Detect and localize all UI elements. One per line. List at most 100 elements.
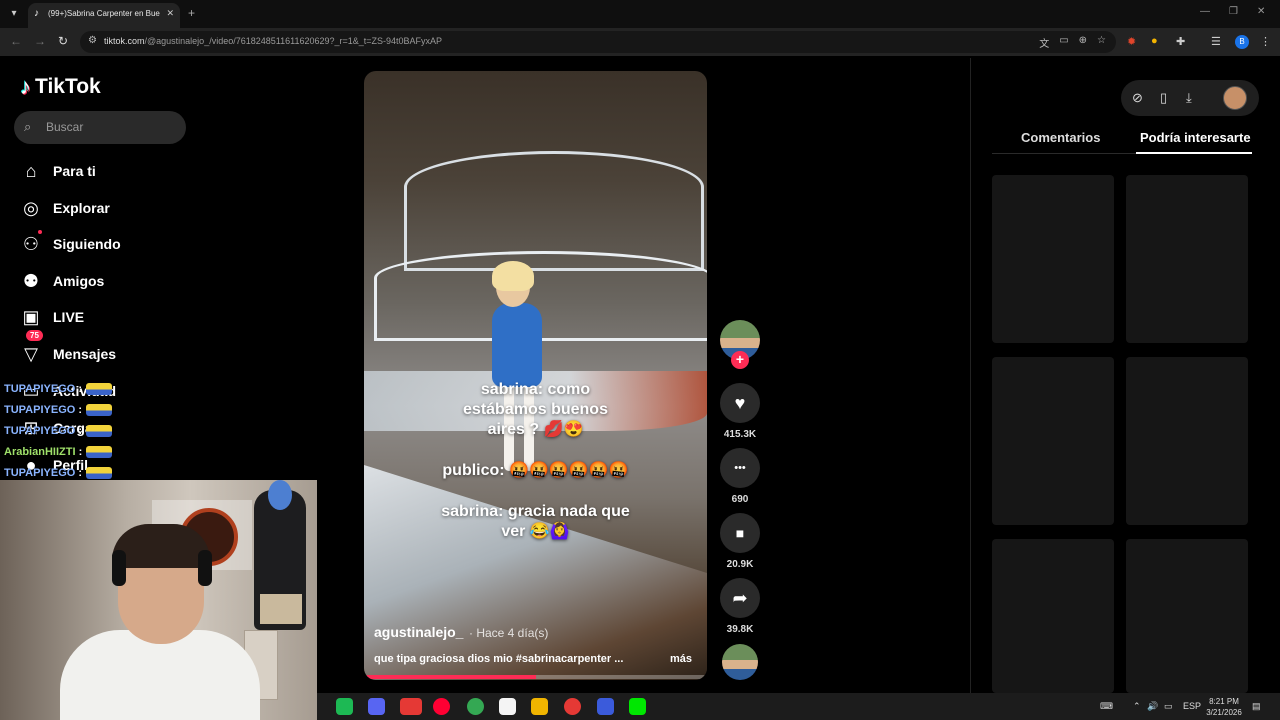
forward-icon[interactable]: →	[34, 34, 46, 48]
windows-taskbar: ⌨ ⌃ 🔊 ▭ ESP ▤	[317, 693, 1280, 720]
system-clock[interactable]: 8:21 PM 3/21/2026	[1200, 696, 1248, 718]
language-indicator[interactable]: ESP	[1183, 701, 1201, 711]
user-avatar[interactable]	[1223, 86, 1247, 110]
obs-icon[interactable]	[433, 698, 450, 715]
video-description: que tipa graciosa dios mio #sabrinacarpe…	[374, 653, 624, 665]
search-icon: ⌕	[24, 119, 32, 134]
video-player[interactable]: sabrina: como estábamos buenos aires ? 💋…	[364, 71, 707, 680]
window-close-icon[interactable]: ✕	[1257, 6, 1265, 17]
file-explorer-icon[interactable]	[531, 698, 548, 715]
opera-icon[interactable]	[564, 698, 581, 715]
zoom-icon[interactable]: ⊕	[1079, 35, 1087, 50]
related-video-thumbnail[interactable]	[1126, 539, 1248, 693]
share-button[interactable]: ➦	[720, 578, 760, 618]
related-video-thumbnail[interactable]	[992, 175, 1114, 343]
top-actions-bar: ⊘ ▯ ⤓	[1121, 80, 1259, 116]
search-box[interactable]: ⌕	[14, 111, 186, 144]
address-bar[interactable]: ⚙ tiktok.com/@agustinalejo_/video/761824…	[80, 31, 1116, 53]
share-icon: ➦	[732, 588, 748, 608]
heart-icon: ♥	[734, 393, 746, 413]
browser-tab[interactable]: ♪ (99+)Sabrina Carpenter en Bue... ✕	[28, 3, 180, 28]
follow-button[interactable]: +	[731, 351, 749, 369]
reading-list-icon[interactable]: ☰	[1211, 35, 1221, 48]
cast-icon[interactable]: ▭	[1059, 35, 1068, 50]
stream-chat-overlay: TUPAPIYEGO : TUPAPIYEGO : TUPAPIYEGO : A…	[4, 378, 164, 483]
tiktok-logo[interactable]: ♪ TikTok	[20, 74, 101, 100]
browser-profile-avatar[interactable]: B	[1235, 35, 1249, 49]
tiktok-favicon-icon: ♪	[34, 8, 39, 19]
headset-icon	[112, 550, 126, 586]
nav-para-ti[interactable]: ⌂ Para ti	[20, 159, 96, 183]
app-icon[interactable]	[499, 698, 516, 715]
extension-icon[interactable]: ●	[1151, 35, 1158, 47]
spotify-icon[interactable]	[336, 698, 353, 715]
tab-close-icon[interactable]: ✕	[166, 8, 174, 19]
app-icon[interactable]	[597, 698, 614, 715]
restore-icon[interactable]: ❐	[1229, 6, 1238, 17]
back-icon[interactable]: ←	[10, 34, 22, 48]
keyboard-icon[interactable]: ⌨	[1100, 701, 1113, 712]
compass-icon: ◎	[23, 198, 39, 218]
tray-chevron-icon[interactable]: ⌃	[1133, 701, 1141, 712]
reload-icon[interactable]: ↻	[58, 34, 68, 48]
nav-explorar[interactable]: ◎ Explorar	[20, 196, 110, 220]
comment-count: 690	[731, 494, 749, 505]
search-input[interactable]	[46, 117, 176, 137]
more-button[interactable]: más	[670, 653, 692, 665]
url-text[interactable]: tiktok.com/@agustinalejo_/video/76182485…	[104, 36, 442, 46]
tab-title: (99+)Sabrina Carpenter en Bue...	[48, 9, 160, 18]
chrome-icon[interactable]	[467, 698, 484, 715]
tab-search-icon[interactable]: ▾	[6, 6, 22, 22]
network-icon[interactable]: ▭	[1164, 701, 1173, 712]
video-caption: publico: 🤬🤬🤬🤬🤬🤬	[442, 462, 629, 479]
browser-tab-bar: ▾ ♪ (99+)Sabrina Carpenter en Bue... ✕ +…	[0, 0, 1280, 28]
sound-avatar[interactable]	[722, 644, 758, 680]
nav-label: LIVE	[53, 309, 85, 325]
translate-icon[interactable]: 文	[1039, 35, 1049, 50]
extension-icon[interactable]: ✹	[1127, 35, 1136, 48]
new-tab-button[interactable]: +	[188, 6, 195, 20]
chat-message: ArabianHIIZTI :	[4, 441, 164, 462]
nav-siguiendo[interactable]: ⚇ Siguiendo	[20, 230, 121, 256]
volume-icon[interactable]: 🔊	[1147, 701, 1158, 712]
tab-comentarios[interactable]: Comentarios	[1021, 130, 1100, 145]
nav-mensajes[interactable]: ▽ 75 Mensajes	[20, 330, 116, 366]
emote-icon	[86, 403, 113, 416]
bookmark-icon: ■	[735, 525, 745, 541]
browser-menu-icon[interactable]: ⋮	[1260, 35, 1271, 48]
panel-divider	[970, 58, 971, 693]
clock-time: 8:21 PM	[1209, 697, 1239, 706]
emote-icon	[86, 382, 113, 395]
comment-button[interactable]: •••	[720, 448, 760, 488]
save-count: 20.9K	[726, 559, 754, 570]
download-icon[interactable]: ⤓	[1186, 90, 1192, 106]
bookmark-star-icon[interactable]: ☆	[1097, 35, 1106, 50]
comment-icon: •••	[734, 462, 746, 474]
video-progress-bar[interactable]	[364, 675, 707, 679]
video-author[interactable]: agustinalejo_	[374, 624, 463, 640]
tab-podria-interesarte[interactable]: Podría interesarte	[1140, 130, 1251, 145]
related-video-thumbnail[interactable]	[1126, 357, 1248, 525]
clock-date: 3/21/2026	[1206, 708, 1242, 717]
nav-amigos[interactable]: ⚉ Amigos	[20, 269, 104, 293]
nav-live[interactable]: ▣ LIVE	[20, 305, 84, 329]
coins-icon[interactable]: ⊘	[1132, 90, 1143, 106]
app-icon[interactable]	[400, 698, 422, 715]
minimize-icon[interactable]: —	[1200, 6, 1210, 17]
related-video-thumbnail[interactable]	[992, 357, 1114, 525]
save-button[interactable]: ■	[720, 513, 760, 553]
discord-icon[interactable]	[368, 698, 385, 715]
like-button[interactable]: ♥	[720, 383, 760, 423]
progress-fill	[364, 675, 536, 679]
singer-hair	[492, 261, 534, 291]
notifications-icon[interactable]: ▤	[1252, 701, 1261, 712]
browser-toolbar: ← → ↻ ⚙ tiktok.com/@agustinalejo_/video/…	[0, 28, 1280, 56]
video-caption: sabrina: como estábamos buenos aires ? 💋…	[463, 381, 608, 438]
logo-text: TikTok	[35, 75, 101, 98]
extensions-puzzle-icon[interactable]: ✚	[1176, 35, 1185, 48]
kick-icon[interactable]	[629, 698, 646, 715]
related-video-thumbnail[interactable]	[992, 539, 1114, 693]
phone-icon[interactable]: ▯	[1160, 90, 1167, 106]
site-info-icon[interactable]: ⚙	[88, 35, 97, 46]
related-video-thumbnail[interactable]	[1126, 175, 1248, 343]
